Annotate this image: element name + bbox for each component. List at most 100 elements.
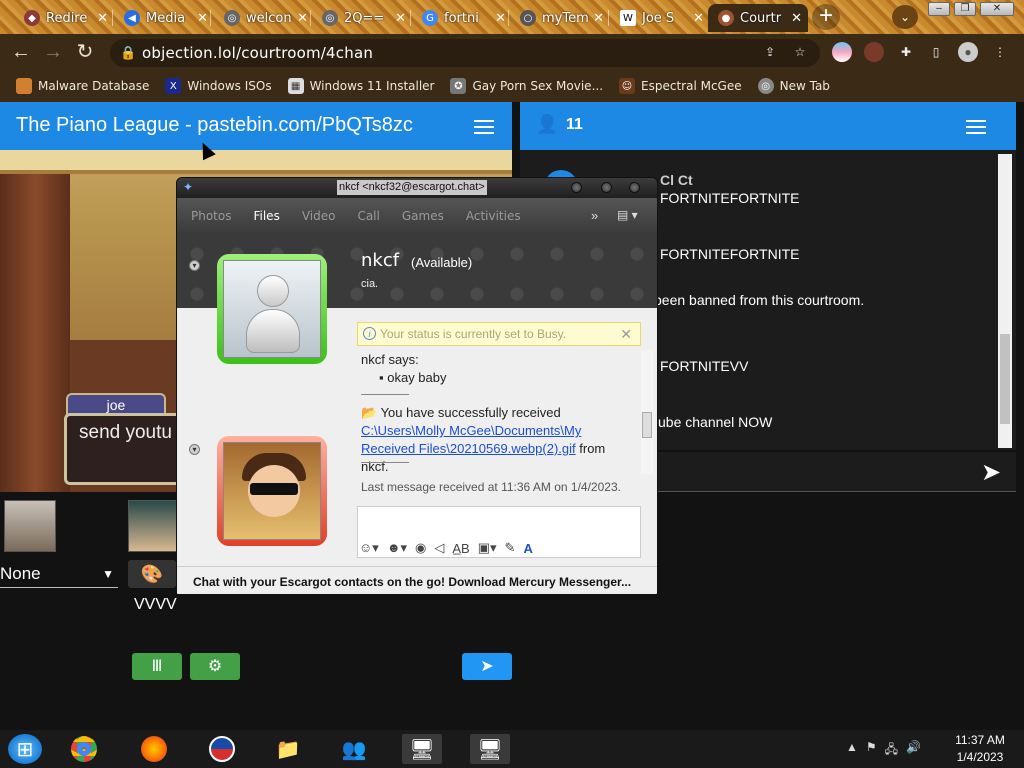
settings-button[interactable]: ⚙ — [190, 653, 240, 680]
close-icon[interactable]: ✕ — [197, 11, 208, 26]
address-bar[interactable]: 🔒 objection.lol/courtroom/4chan — [110, 39, 820, 67]
bookmark-espectral-mcgee[interactable]: ☺ Espectral McGee — [619, 78, 742, 94]
menu-video[interactable]: Video — [302, 209, 336, 223]
chat-send-button[interactable]: ➤ — [974, 458, 1008, 486]
speaker-nameplate: joe — [66, 393, 166, 415]
tab-2q[interactable]: ◎ 2Q== ✕ — [312, 4, 412, 32]
media-icon: ◀ — [124, 10, 140, 26]
close-button[interactable] — [629, 182, 640, 193]
system-clock[interactable]: 11:37 AM 1/4/2023 — [944, 732, 1016, 766]
menu-photos[interactable]: Photos — [191, 209, 231, 223]
maximize-button[interactable]: ❐ — [954, 2, 976, 16]
profile-icon[interactable]: ● — [958, 42, 978, 62]
scrollbar-thumb[interactable] — [1000, 334, 1010, 424]
close-icon[interactable]: ✕ — [693, 11, 704, 26]
username-label: VVVV — [134, 596, 177, 613]
tab-fortnite[interactable]: G fortni ✕ — [412, 4, 512, 32]
chrome-icon[interactable] — [64, 734, 104, 764]
new-tab-button[interactable]: + — [812, 4, 840, 30]
window-title: nkcf <nkcf32@escargot.chat> — [337, 180, 487, 195]
bookmark-malware-database[interactable]: Malware Database — [16, 78, 149, 94]
firefox-icon[interactable] — [134, 734, 174, 764]
emoticon-icon[interactable]: ☺▾ — [359, 540, 379, 556]
bookmark-windows-isos[interactable]: X Windows ISOs — [165, 78, 272, 94]
close-icon[interactable]: ✕ — [593, 11, 604, 26]
user-avatar[interactable] — [217, 436, 327, 546]
tab-redirect[interactable]: ◆ Redire ✕ — [14, 4, 114, 32]
menu-files[interactable]: Files — [253, 209, 279, 223]
expand-icon[interactable]: ▾ — [189, 260, 200, 271]
conversation-scrollbar[interactable] — [641, 350, 653, 474]
tab-mytem[interactable]: ○ myTem ✕ — [510, 4, 610, 32]
options-menu-icon[interactable]: ▤ ▾ — [617, 208, 638, 222]
close-icon[interactable]: ✕ — [97, 11, 108, 26]
tab-search-button[interactable]: ⌄ — [892, 5, 918, 29]
character-thumbnail[interactable] — [128, 500, 180, 552]
menu-call[interactable]: Call — [357, 209, 379, 223]
running-app-icon[interactable]: 🖥 — [470, 734, 510, 764]
start-button[interactable]: ⊞ — [8, 734, 42, 764]
palette-button[interactable]: 🎨 — [128, 560, 176, 588]
volume-icon[interactable]: 🔊 — [906, 740, 921, 761]
tab-courtroom[interactable]: ● Courtr ✕ — [708, 4, 808, 32]
file-explorer-icon[interactable]: 📁 — [268, 734, 308, 764]
text-color-icon[interactable]: A — [523, 541, 532, 556]
character-thumbnail[interactable] — [4, 500, 56, 552]
nudge-icon[interactable]: ◉ — [415, 540, 426, 556]
minimize-button[interactable]: – — [928, 2, 950, 16]
close-icon[interactable]: ✕ — [495, 11, 506, 26]
menu-dots-icon[interactable]: ⋮ — [990, 42, 1010, 62]
evidence-button[interactable]: Ⅲ — [132, 653, 182, 680]
promo-footer[interactable]: Chat with your Escargot contacts on the … — [177, 566, 657, 594]
forward-button[interactable]: → — [38, 34, 68, 70]
side-panel-icon[interactable]: ▯ — [926, 42, 946, 62]
extensions-puzzle-icon[interactable]: ✚ — [896, 42, 916, 62]
tab-welcome[interactable]: ◎ welcon ✕ — [214, 4, 314, 32]
voice-clip-icon[interactable]: ◁ — [434, 540, 444, 556]
extension-flag-icon[interactable] — [832, 42, 852, 62]
contact-avatar[interactable] — [217, 254, 327, 364]
scrollbar-thumb[interactable] — [642, 412, 652, 438]
close-icon[interactable]: ✕ — [395, 11, 406, 26]
running-app-icon[interactable]: 🖥 — [402, 734, 442, 764]
bookmark-star-icon[interactable]: ☆ — [790, 42, 810, 62]
messenger-window: ✦ nkcf <nkcf32@escargot.chat> Photos Fil… — [176, 177, 658, 595]
bookmark-movie[interactable]: ✪ Gay Porn Sex Movie... — [450, 78, 603, 94]
background-icon[interactable]: ▣▾ — [478, 540, 497, 556]
url-text: objection.lol/courtroom/4chan — [142, 44, 374, 62]
menu-activities[interactable]: Activities — [466, 209, 521, 223]
obama-logo-icon[interactable] — [202, 734, 242, 764]
character-select[interactable]: None ▼ — [0, 560, 118, 588]
flag-icon[interactable]: ⚑ — [866, 740, 877, 761]
maximize-button[interactable] — [601, 182, 612, 193]
tab-media[interactable]: ◀ Media ✕ — [114, 4, 214, 32]
received-file-link[interactable]: C:\Users\Molly McGee\Documents\My Receiv… — [361, 423, 581, 456]
font-icon[interactable]: A̲B — [452, 541, 469, 556]
extension-avatar-icon[interactable] — [864, 42, 884, 62]
chat-scrollbar[interactable] — [998, 154, 1012, 448]
messenger-titlebar[interactable]: ✦ nkcf <nkcf32@escargot.chat> — [177, 178, 657, 198]
bookmark-new-tab[interactable]: ◎ New Tab — [757, 78, 830, 94]
wink-icon[interactable]: ☻▾ — [387, 540, 407, 556]
network-icon[interactable]: 🖧 — [885, 740, 898, 761]
reload-button[interactable]: ↻ — [70, 34, 100, 70]
send-button[interactable]: ➤ — [462, 653, 512, 680]
close-icon[interactable]: ✕ — [297, 11, 308, 26]
share-icon[interactable]: ⇪ — [760, 42, 780, 62]
messenger-icon[interactable]: 👥 — [334, 734, 374, 764]
menu-games[interactable]: Games — [402, 209, 444, 223]
close-window-button[interactable]: ✕ — [980, 2, 1014, 16]
close-icon[interactable]: ✕ — [791, 11, 802, 26]
close-icon[interactable]: ✕ — [620, 323, 632, 345]
hamburger-menu-icon[interactable] — [474, 120, 494, 134]
users-icon: 👤 — [536, 114, 559, 134]
minimize-button[interactable] — [571, 182, 582, 193]
tab-joe[interactable]: W Joe S ✕ — [610, 4, 710, 32]
hamburger-menu-icon[interactable] — [966, 120, 986, 134]
tray-expand-icon[interactable]: ▲ — [846, 740, 858, 761]
expand-icon[interactable]: ▾ — [189, 444, 200, 455]
more-chevron-icon[interactable]: » — [591, 208, 598, 223]
back-button[interactable]: ← — [6, 34, 36, 70]
handwriting-icon[interactable]: ✎ — [505, 540, 516, 556]
bookmark-windows-11-installer[interactable]: ▦ Windows 11 Installer — [287, 78, 434, 94]
